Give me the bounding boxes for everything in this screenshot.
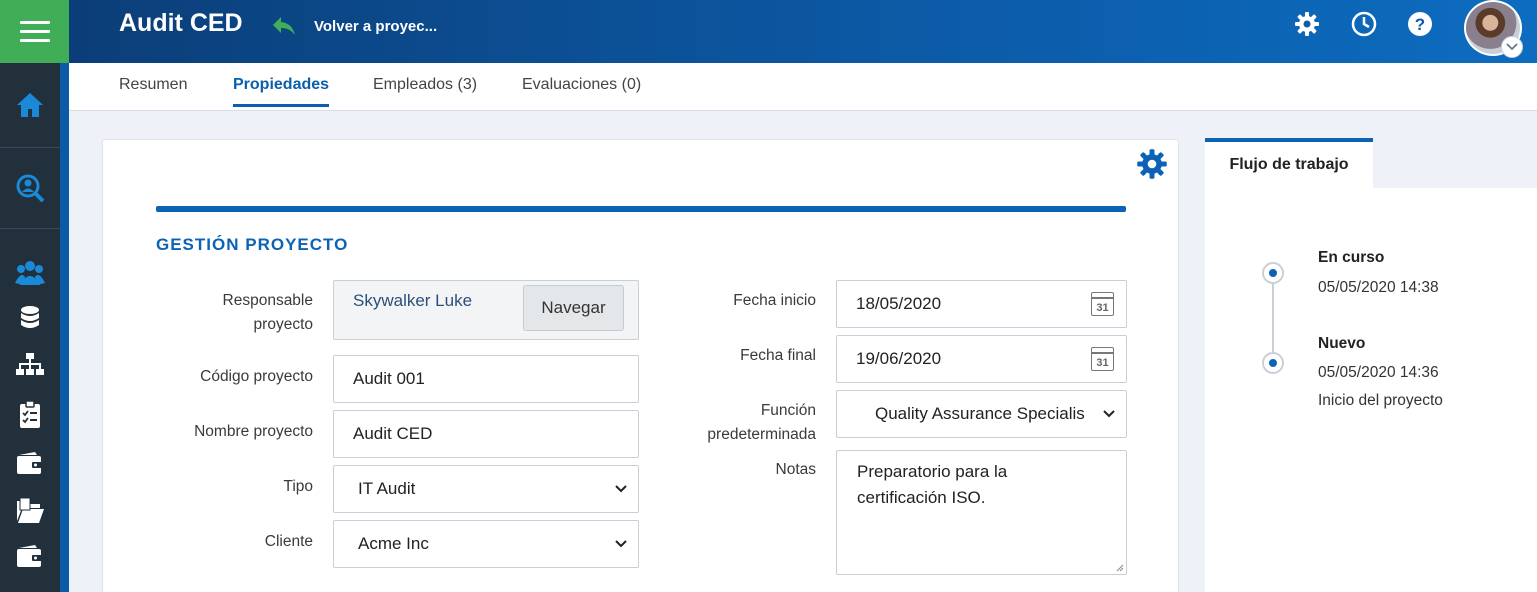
tab-bar: Resumen Propiedades Empleados (3) Evalua… xyxy=(69,63,1537,111)
step-status: En curso xyxy=(1318,249,1385,266)
funcion-label: Función predeterminada xyxy=(707,402,816,443)
codigo-input[interactable]: Audit 001 xyxy=(333,355,639,403)
funcion-select[interactable]: Quality Assurance Specialis xyxy=(836,390,1127,438)
responsable-label: Responsable proyecto xyxy=(222,292,313,333)
help-button[interactable]: ? xyxy=(1407,11,1433,37)
back-arrow-icon[interactable] xyxy=(271,15,297,37)
sidebar-item-checklist[interactable] xyxy=(0,400,60,430)
wallet-icon xyxy=(17,545,42,567)
fecha-final-input[interactable]: 19/06/2020 31 xyxy=(836,335,1127,383)
tab-resumen[interactable]: Resumen xyxy=(119,76,187,106)
nombre-label: Nombre proyecto xyxy=(194,423,313,440)
tab-evaluaciones[interactable]: Evaluaciones (0) xyxy=(522,76,641,106)
workflow-step: En curso 05/05/2020 14:38 xyxy=(1318,244,1439,302)
section-divider xyxy=(156,206,1126,212)
tipo-label: Tipo xyxy=(283,478,313,495)
fecha-final-value: 19/06/2020 xyxy=(856,349,942,368)
codigo-label: Código proyecto xyxy=(200,368,313,385)
gear-icon xyxy=(1295,12,1319,36)
timeline-dot xyxy=(1262,262,1284,284)
svg-text:?: ? xyxy=(1415,15,1425,34)
nombre-value: Audit CED xyxy=(353,424,433,443)
sidebar-item-folder[interactable] xyxy=(0,495,60,527)
search-user-icon xyxy=(16,174,45,203)
top-bar: Audit CED Volver a proyec... ? xyxy=(69,0,1537,63)
sidebar-item-database[interactable] xyxy=(0,303,60,333)
tab-flujo-de-trabajo[interactable]: Flujo de trabajo xyxy=(1205,138,1373,188)
nombre-input[interactable]: Audit CED xyxy=(333,410,639,458)
card-settings-icon[interactable] xyxy=(1136,148,1168,180)
step-date: 05/05/2020 14:36 xyxy=(1318,364,1439,381)
workflow-panel: Flujo de trabajo En curso 05/05/2020 14:… xyxy=(1205,138,1537,592)
step-date: 05/05/2020 14:38 xyxy=(1318,279,1439,296)
user-menu-chevron[interactable] xyxy=(1501,36,1523,58)
folder-icon xyxy=(17,497,44,523)
notas-textarea[interactable]: Preparatorio para la certificación ISO. xyxy=(836,450,1127,575)
project-properties-card: GESTIÓN PROYECTO Responsable proyecto Sk… xyxy=(102,139,1179,592)
back-to-projects-link[interactable]: Volver a proyec... xyxy=(314,18,437,35)
resize-handle-icon[interactable] xyxy=(1116,564,1124,572)
cliente-select[interactable]: Acme Inc xyxy=(333,520,639,568)
menu-button[interactable] xyxy=(0,0,69,63)
workflow-step: Nuevo 05/05/2020 14:36 Inicio del proyec… xyxy=(1318,330,1443,415)
sidebar-item-wallet-2[interactable] xyxy=(0,541,60,571)
tipo-value: IT Audit xyxy=(358,479,416,498)
org-chart-icon xyxy=(16,353,44,375)
hamburger-icon xyxy=(19,15,50,48)
tab-empleados[interactable]: Empleados (3) xyxy=(373,76,477,106)
help-icon: ? xyxy=(1408,12,1432,36)
timeline-line xyxy=(1272,274,1274,364)
home-icon xyxy=(17,93,43,117)
sidebar-item-wallet[interactable] xyxy=(0,448,60,478)
fecha-inicio-value: 18/05/2020 xyxy=(856,294,942,313)
timeline-dot xyxy=(1262,352,1284,374)
notas-label: Notas xyxy=(775,461,817,478)
responsable-value: Skywalker Luke xyxy=(353,291,473,310)
chevron-down-icon xyxy=(615,485,627,493)
team-icon xyxy=(15,261,45,285)
database-icon xyxy=(21,306,39,328)
sidebar xyxy=(0,0,69,592)
settings-button[interactable] xyxy=(1294,11,1320,37)
calendar-icon[interactable]: 31 xyxy=(1091,347,1114,371)
fecha-inicio-input[interactable]: 18/05/2020 31 xyxy=(836,280,1127,328)
cliente-label: Cliente xyxy=(264,533,313,550)
section-title: GESTIÓN PROYECTO xyxy=(156,235,349,254)
notas-line-1: Preparatorio para la xyxy=(857,462,1008,481)
step-status: Nuevo xyxy=(1318,335,1366,352)
wallet-icon xyxy=(17,452,42,474)
sidebar-item-team[interactable] xyxy=(0,255,60,289)
sidebar-accent-stripe xyxy=(60,63,69,592)
page-title: Audit CED xyxy=(119,9,243,37)
checklist-icon xyxy=(20,401,40,428)
tab-propiedades[interactable]: Propiedades xyxy=(233,76,330,107)
notas-line-2: certificación ISO. xyxy=(857,488,986,507)
chevron-down-icon xyxy=(1102,407,1116,421)
codigo-value: Audit 001 xyxy=(353,369,425,388)
fecha-final-label: Fecha final xyxy=(740,347,816,364)
sidebar-item-org-chart[interactable] xyxy=(0,350,60,380)
navegar-button[interactable]: Navegar xyxy=(523,285,624,331)
chevron-down-icon xyxy=(615,540,627,548)
funcion-value: Quality Assurance Specialis xyxy=(875,404,1085,423)
sidebar-item-home[interactable] xyxy=(0,80,60,130)
tipo-select[interactable]: IT Audit xyxy=(333,465,639,513)
history-button[interactable] xyxy=(1351,11,1377,37)
clock-icon xyxy=(1351,11,1377,37)
cliente-value: Acme Inc xyxy=(358,534,429,553)
calendar-icon[interactable]: 31 xyxy=(1091,292,1114,316)
fecha-inicio-label: Fecha inicio xyxy=(733,292,816,309)
chevron-down-icon xyxy=(1506,43,1518,51)
step-note: Inicio del proyecto xyxy=(1318,392,1443,409)
responsable-field: Skywalker Luke Navegar xyxy=(333,280,639,340)
sidebar-item-search-user[interactable] xyxy=(0,163,60,213)
